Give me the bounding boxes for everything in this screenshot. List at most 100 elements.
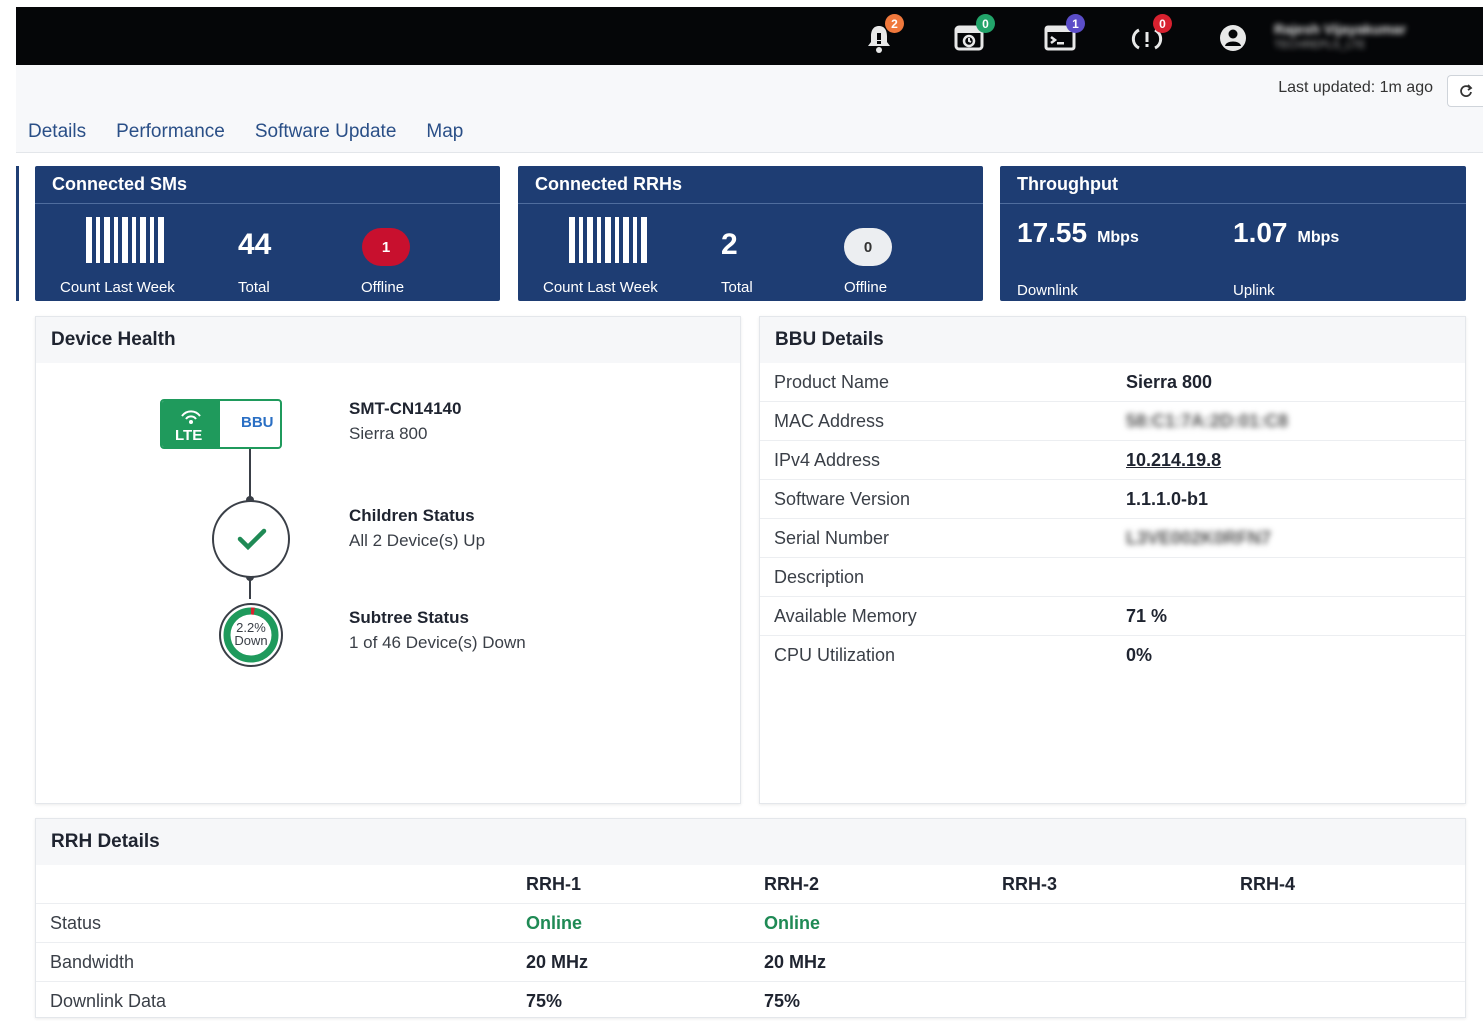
rrh-column-header: RRH-2 [764,874,820,894]
rrh-key: Status [50,913,102,933]
children-status-text: All 2 Device(s) Up [349,531,486,550]
rrhs-offline-badge[interactable]: 0 [844,228,892,266]
user-avatar-icon[interactable] [1216,20,1250,54]
rrh-column-header: RRH-1 [526,874,582,894]
connected-rrhs-title: Connected RRHs [518,166,983,204]
sms-count-label: Count Last Week [60,279,175,296]
uplink-number: 1.07 [1233,217,1288,248]
connected-rrhs-card: Connected RRHs 2 0 Count Last Week Total… [518,166,983,301]
rrhs-total-label: Total [721,279,753,296]
top-navbar: 2 0 1 0 Rajesh Vijayakumar TECHREPLS_LTE [16,7,1483,65]
rrhs-count-label: Count Last Week [543,279,658,296]
rrh-status-value: Online [764,913,821,933]
bbu-row-product-name: Product Name Sierra 800 [760,363,1465,402]
rrh-details-title: RRH Details [36,819,1465,865]
alarms-bell-icon[interactable]: 2 [862,14,904,54]
rrh-bandwidth-value: 20 MHz [526,952,589,972]
rrh-row-status: Status Online Online [36,904,1465,943]
rrh-column-header: RRH-4 [1240,874,1296,894]
tasks-clock-icon[interactable]: 0 [953,14,995,54]
events-count-badge: 0 [1153,14,1172,33]
rrh-bandwidth-value: 20 MHz [764,952,827,972]
device-model: Sierra 800 [349,424,428,443]
rrh-downlink-value: 75% [526,991,563,1011]
downlink-label: Downlink [1017,282,1078,299]
sms-offline-label: Offline [361,279,405,296]
refresh-button[interactable] [1447,75,1483,107]
bbu-key: Serial Number [774,528,890,548]
alarms-count-badge: 2 [885,14,904,33]
tab-software-update[interactable]: Software Update [255,121,397,143]
connected-sms-title: Connected SMs [35,166,500,204]
downlink-value: 17.55 Mbps [1017,217,1139,249]
bbu-details-panel: BBU Details Product Name Sierra 800 MAC … [759,316,1466,804]
rrh-key: Downlink Data [50,991,167,1011]
device-name: SMT-CN14140 [349,399,462,418]
throughput-card: Throughput 17.55 Mbps 1.07 Mbps Downlink U… [1000,166,1466,301]
subtree-down-label: Down [234,633,268,648]
tab-bar: Details Performance Software Update Map [28,121,493,143]
bbu-label: BBU [241,414,274,431]
sms-offline-badge[interactable]: 1 [362,228,410,266]
downlink-unit: Mbps [1097,229,1139,246]
uplink-label: Uplink [1233,282,1275,299]
rrhs-offline-label: Offline [844,279,888,296]
ipv4-address-link[interactable]: 10.214.19.8 [1126,450,1221,471]
throughput-title: Throughput [1000,166,1466,204]
bbu-value: Sierra 800 [1126,372,1213,392]
bbu-value: 1.1.1.0-b1 [1126,489,1209,509]
device-health-title: Device Health [36,317,740,363]
left-card-edge [16,166,19,301]
bbu-value: 71 % [1126,606,1168,626]
rrh-row-bandwidth: Bandwidth 20 MHz 20 MHz [36,943,1465,982]
signal-wave-icon [181,410,201,424]
user-org: TECHREPLS_LTE [1274,39,1366,51]
events-alert-icon[interactable]: 0 [1130,14,1172,54]
bbu-row-available-memory: Available Memory 71 % [760,597,1465,636]
tab-performance[interactable]: Performance [116,121,225,143]
sms-total-label: Total [238,279,270,296]
count-last-week-sparkline-icon [569,217,647,263]
lte-badge: LTE [162,401,220,447]
bbu-row-ipv4-address: IPv4 Address 10.214.19.8 [760,441,1465,480]
sms-total-value: 44 [238,228,272,261]
subtree-status-title: Subtree Status [349,608,469,627]
user-menu[interactable]: Rajesh Vijayakumar TECHREPLS_LTE [1274,21,1479,55]
rrh-status-value: Online [526,913,583,933]
bbu-row-mac-address: MAC Address 58:C1:7A:2D:01:C8 [760,402,1465,441]
downlink-number: 17.55 [1017,217,1088,248]
bbu-key: IPv4 Address [774,450,881,470]
jobs-count-badge: 1 [1066,14,1085,33]
bbu-value: 58:C1:7A:2D:01:C8 [1126,411,1289,431]
checkmark-icon [237,528,267,551]
bbu-row-serial-number: Serial Number L3VE002K0RFN7 [760,519,1465,558]
tab-details[interactable]: Details [28,121,86,143]
bbu-key: Description [774,567,865,587]
subtree-status-node[interactable]: 2.2% Down [211,602,291,668]
rrhs-total-value: 2 [721,228,738,261]
bbu-key: CPU Utilization [774,645,896,665]
tab-map[interactable]: Map [426,121,463,143]
children-status-node[interactable] [212,500,290,578]
lte-bbu-device-node[interactable]: LTE BBU [160,399,282,449]
tasks-count-badge: 0 [976,14,995,33]
bbu-value: 0% [1126,645,1153,665]
bbu-key: Software Version [774,489,911,509]
bbu-row-software-version: Software Version 1.1.1.0-b1 [760,480,1465,519]
rrh-downlink-value: 75% [764,991,801,1011]
connected-sms-card: Connected SMs 44 1 Count Last Week Total… [35,166,500,301]
bbu-key: Product Name [774,372,890,392]
rrh-row-downlink-data: Downlink Data 75% 75% [36,982,1465,1021]
bbu-row-description: Description [760,558,1465,597]
device-health-panel: Device Health LTE BBU 2.2% Down SMT-CN14… [35,316,741,804]
user-name: Rajesh Vijayakumar [1274,21,1407,37]
bbu-row-cpu-utilization: CPU Utilization 0% [760,636,1465,675]
bbu-key: Available Memory [774,606,917,626]
bbu-details-title: BBU Details [760,317,1465,363]
uplink-unit: Mbps [1297,229,1340,246]
rrh-column-header: RRH-3 [1002,874,1058,894]
uplink-value: 1.07 Mbps [1233,217,1339,249]
last-updated-text: Last updated: 1m ago [1278,79,1433,96]
jobs-terminal-icon[interactable]: 1 [1043,14,1085,54]
subtree-status-text: 1 of 46 Device(s) Down [349,633,526,652]
